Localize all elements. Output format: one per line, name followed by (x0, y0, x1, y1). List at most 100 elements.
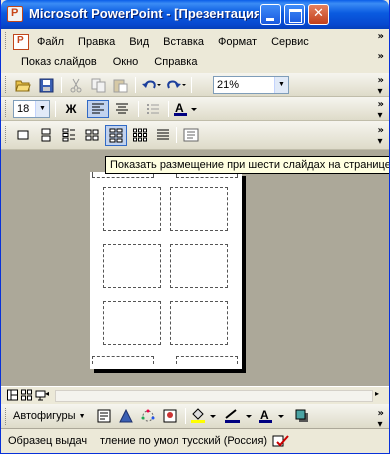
menu-help[interactable]: Справка (154, 56, 197, 68)
bullets-icon[interactable] (142, 100, 164, 118)
menu-slideshow[interactable]: Показ слайдов (21, 56, 97, 68)
svg-text:A: A (175, 101, 184, 115)
chevron-down-icon: ▼ (78, 412, 86, 420)
separator (176, 127, 177, 143)
footer-placeholder[interactable] (92, 356, 154, 364)
paste-icon[interactable] (110, 76, 130, 94)
menu-grip[interactable] (5, 32, 8, 49)
view-bar: ◂ ▸ (1, 386, 389, 404)
slide-placeholder[interactable] (170, 301, 228, 345)
six-slides-icon[interactable] (105, 125, 127, 146)
horizontal-scrollbar[interactable] (55, 390, 373, 402)
window-title: Microsoft PowerPoint - [Презентация1] (29, 6, 259, 21)
bold-icon[interactable]: Ж (60, 100, 82, 118)
tooltip: Показать размещение при шести слайдах на… (105, 156, 389, 174)
toolbar-overflow-icon[interactable]: » ▾ (378, 75, 384, 97)
two-slides-icon[interactable] (36, 126, 56, 144)
font-color-icon[interactable]: A (257, 407, 287, 425)
menu-view[interactable]: Вид (129, 36, 149, 48)
spellcheck-icon[interactable] (272, 434, 290, 448)
scroll-right-icon[interactable]: ▸ (375, 389, 383, 403)
diagram-icon[interactable] (138, 407, 158, 425)
separator (61, 77, 62, 93)
separator (185, 408, 186, 424)
minimize-button[interactable] (260, 4, 281, 25)
save-icon[interactable] (36, 76, 56, 94)
shadow-icon[interactable] (292, 407, 312, 425)
menu-window[interactable]: Окно (113, 56, 139, 68)
maximize-button[interactable] (284, 4, 305, 25)
open-icon[interactable] (13, 76, 33, 94)
toolbar-grip[interactable] (5, 126, 8, 143)
slide-placeholder[interactable] (170, 187, 228, 231)
close-button[interactable]: ✕ (308, 4, 329, 25)
four-slides-icon[interactable] (82, 126, 102, 144)
zoom-combo[interactable]: 21% ▼ (213, 76, 289, 94)
title-bar[interactable]: Microsoft PowerPoint - [Презентация1] ✕ (1, 0, 389, 29)
menu-bar: Файл Правка Вид Вставка Формат Сервис По… (1, 29, 389, 73)
app-icon[interactable] (7, 6, 23, 22)
font-size-combo[interactable]: 18 ▼ (13, 100, 50, 118)
standard-toolbar: 21% ▼ » ▾ (1, 73, 389, 97)
handout-workspace[interactable] (1, 150, 389, 386)
wordart-icon[interactable] (116, 407, 136, 425)
toolbar-overflow-icon[interactable]: » ▾ (378, 408, 384, 430)
toolbar-grip[interactable] (5, 100, 8, 117)
scroll-left-icon[interactable]: ◂ (45, 389, 53, 403)
toolbar-overflow-icon[interactable]: » ▾ (378, 99, 384, 121)
normal-view-icon[interactable] (7, 389, 18, 401)
nine-slides-icon[interactable] (130, 126, 150, 144)
status-language: тусский (Россия) (182, 435, 268, 447)
separator (138, 101, 139, 117)
drawing-toolbar: Автофигуры ▼ A » ▾ (1, 404, 389, 430)
fill-color-icon[interactable] (189, 407, 219, 425)
menu-format[interactable]: Формат (218, 36, 257, 48)
zoom-value: 21% (217, 79, 240, 91)
separator (55, 101, 56, 117)
font-size-value: 18 (17, 103, 30, 115)
autoshapes-button[interactable]: Автофигуры ▼ (13, 407, 91, 425)
font-color-icon[interactable]: A (172, 100, 200, 118)
menu-edit[interactable]: Правка (78, 36, 115, 48)
close-master-icon[interactable] (181, 126, 201, 144)
clipart-icon[interactable] (160, 407, 180, 425)
slide-placeholder[interactable] (103, 187, 161, 231)
cut-icon[interactable] (66, 76, 86, 94)
handout-master-toolbar: » ▾ (1, 121, 389, 150)
status-design: Образец выдач (8, 435, 88, 447)
menu-overflow-icon[interactable]: » (378, 31, 384, 42)
slide-sorter-icon[interactable] (21, 389, 32, 401)
slide-placeholder[interactable] (170, 244, 228, 288)
chevron-down-icon[interactable]: ▼ (274, 77, 288, 93)
undo-icon[interactable] (140, 76, 162, 94)
outline-icon[interactable] (153, 126, 173, 144)
menu-file[interactable]: Файл (37, 36, 64, 48)
align-left-icon[interactable] (87, 100, 109, 118)
menu-insert[interactable]: Вставка (163, 36, 204, 48)
autoshapes-label: Автофигуры (13, 410, 76, 422)
page-number-placeholder[interactable] (176, 356, 238, 364)
status-template: тление по умолч (100, 435, 178, 447)
separator (191, 77, 192, 93)
text-box-icon[interactable] (94, 407, 114, 425)
three-slides-icon[interactable] (59, 126, 79, 144)
menu-tools[interactable]: Сервис (271, 36, 309, 48)
toolbar-overflow-icon[interactable]: » ▾ (378, 125, 384, 147)
document-icon[interactable] (13, 33, 29, 50)
redo-icon[interactable] (165, 76, 187, 94)
align-center-icon[interactable] (111, 100, 133, 118)
line-color-icon[interactable] (223, 407, 255, 425)
copy-icon[interactable] (88, 76, 108, 94)
formatting-toolbar: 18 ▼ Ж A » ▾ (1, 97, 389, 121)
slide-placeholder[interactable] (103, 301, 161, 345)
chevron-down-icon[interactable]: ▼ (35, 101, 49, 117)
toolbar-grip[interactable] (5, 408, 8, 425)
powerpoint-window: Microsoft PowerPoint - [Презентация1] ✕ … (0, 0, 390, 454)
menu-overflow-icon[interactable]: » (378, 51, 384, 62)
separator (168, 101, 169, 117)
slide-placeholder[interactable] (103, 244, 161, 288)
handout-page[interactable] (90, 172, 242, 369)
one-slide-icon[interactable] (13, 126, 33, 144)
toolbar-grip[interactable] (5, 76, 8, 93)
svg-text:A: A (260, 408, 269, 422)
